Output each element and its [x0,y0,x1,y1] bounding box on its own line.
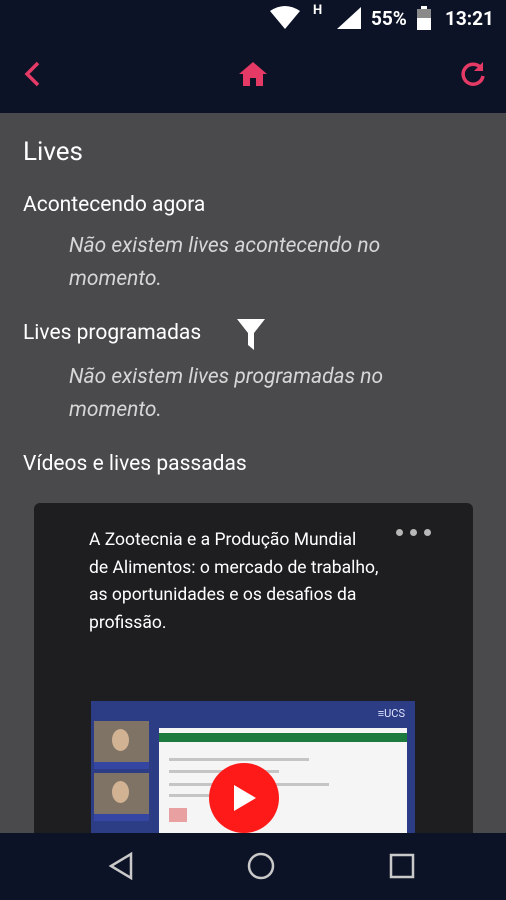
video-thumbnail[interactable]: ≡UCS [91,701,415,833]
filter-icon[interactable] [236,318,266,352]
system-nav-bar [0,833,506,900]
shared-screen [159,728,407,833]
section-heading-scheduled: Lives programadas [23,321,202,345]
app-bar [0,36,506,113]
page-title: Lives [23,137,83,167]
play-icon [234,785,256,811]
empty-message-scheduled-line2: momento. [69,398,162,422]
wifi-icon [270,6,300,29]
back-button[interactable] [14,56,50,92]
lives-content[interactable]: Lives Acontecendo agora Não existem live… [0,113,506,833]
section-heading-now: Acontecendo agora [23,193,206,217]
refresh-icon [461,62,485,86]
refresh-button[interactable] [455,56,491,92]
thumbnail-brand: ≡UCS [377,707,405,720]
video-title: A Zootecnia e a Produção Mundial de Alim… [89,530,379,633]
clock: 13:21 [445,7,494,30]
empty-message-scheduled: Não existem lives programadas no momento… [69,361,383,427]
empty-message-now-line2: momento. [69,267,162,291]
circle-home-icon[interactable] [246,851,276,881]
triangle-back-icon[interactable] [108,851,134,881]
more-options-icon[interactable] [396,529,431,536]
home-icon [239,62,267,86]
status-bar: H 55% 13:21 [0,0,506,36]
empty-message-now: Não existem lives acontecendo no momento… [69,230,380,296]
webcam-tile [94,773,149,821]
section-heading-past: Vídeos e lives passadas [23,452,247,476]
webcam-tile [94,721,149,769]
network-type: H [313,3,323,18]
battery-icon [417,6,431,30]
battery-percent: 55% [371,7,407,30]
chevron-left-icon [24,61,40,87]
video-card[interactable]: A Zootecnia e a Produção Mundial de Alim… [34,503,473,833]
square-recents-icon[interactable] [388,851,416,881]
home-button[interactable] [235,56,271,92]
empty-message-scheduled-line1: Não existem lives programadas no [69,365,384,389]
signal-icon [337,7,361,29]
play-button[interactable] [209,763,279,833]
empty-message-now-line1: Não existem lives acontecendo no [69,234,381,258]
